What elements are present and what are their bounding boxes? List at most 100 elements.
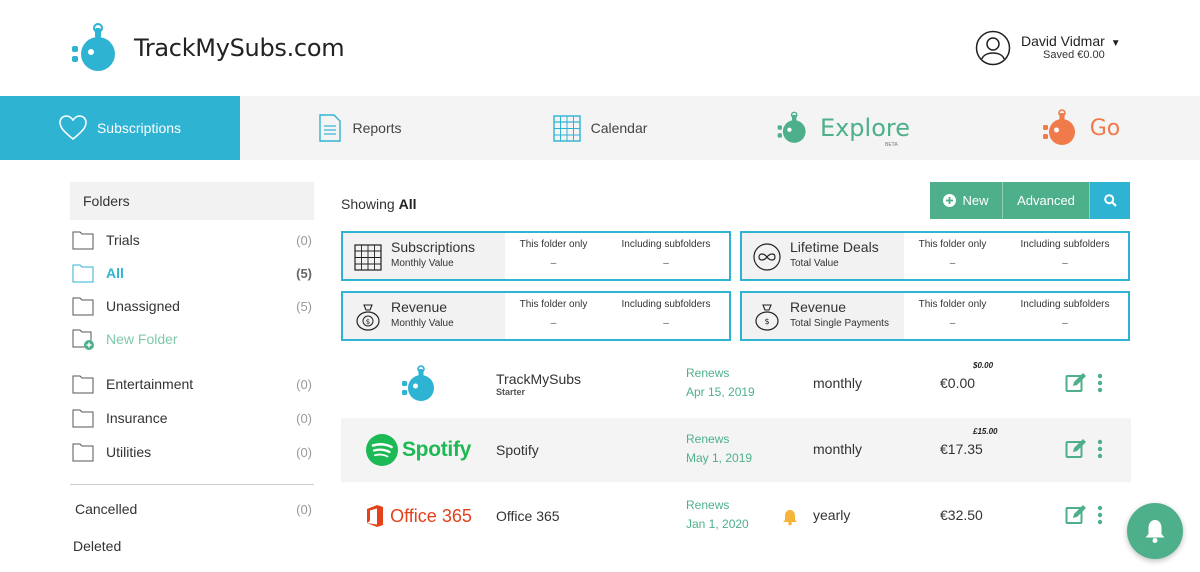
showing-value: All xyxy=(398,196,417,212)
tab-subscriptions[interactable]: Subscriptions xyxy=(0,96,240,160)
folder-insurance[interactable]: Insurance (0) xyxy=(70,406,314,430)
edit-icon[interactable] xyxy=(1065,372,1087,394)
tab-calendar[interactable]: Calendar xyxy=(540,96,660,160)
renew-date: Jan 1, 2020 xyxy=(686,517,749,531)
stat-col-label: Including subfolders xyxy=(1020,299,1110,310)
more-vertical-icon[interactable] xyxy=(1096,373,1104,393)
search-icon xyxy=(1103,194,1117,207)
renew-date: May 1, 2019 xyxy=(686,451,753,465)
stat-col-value: – xyxy=(663,318,669,329)
advanced-button[interactable]: Advanced xyxy=(1003,182,1090,219)
beta-badge: BETA xyxy=(885,142,898,148)
folder-trials[interactable]: Trials (0) xyxy=(70,228,314,252)
stat-subtitle: Total Value xyxy=(790,258,839,269)
office365-logo: Office 365 xyxy=(341,484,496,548)
stat-subscriptions-monthly: Subscriptions Monthly Value This folder … xyxy=(341,231,731,281)
office365-logo-text: Office 365 xyxy=(390,505,472,526)
new-button[interactable]: New xyxy=(930,182,1003,219)
folder-icon xyxy=(72,409,94,428)
edit-icon[interactable] xyxy=(1065,438,1087,460)
folder-count: (5) xyxy=(296,265,312,281)
plus-circle-icon xyxy=(943,194,957,207)
user-saved-amount: Saved €0.00 xyxy=(1043,49,1105,61)
folder-count: (0) xyxy=(296,444,312,460)
bell-icon xyxy=(1145,520,1165,543)
original-price: $0.00 xyxy=(973,361,994,370)
new-button-label: New xyxy=(962,193,989,208)
subscription-name[interactable]: TrackMySubs xyxy=(496,371,581,387)
stat-subtitle: Monthly Value xyxy=(391,318,454,329)
main-nav: Subscriptions Reports Calendar Explore B… xyxy=(0,96,1200,160)
subscription-row-spotify[interactable]: Spotify Spotify Renews May 1, 2019 month… xyxy=(341,418,1131,482)
stat-col-label: Including subfolders xyxy=(621,299,711,310)
spotify-icon xyxy=(365,434,398,466)
folder-name: Utilities xyxy=(106,444,152,460)
stat-col-value: – xyxy=(663,258,669,269)
stat-title: Subscriptions xyxy=(391,239,476,255)
tab-reports[interactable]: Reports xyxy=(300,96,420,160)
tab-subscriptions-label: Subscriptions xyxy=(96,120,182,136)
renew-label: Renews xyxy=(686,432,730,446)
folder-icon xyxy=(72,297,94,316)
folder-name: Cancelled xyxy=(75,501,138,517)
folder-utilities[interactable]: Utilities (0) xyxy=(70,440,314,464)
folder-cancelled[interactable]: Cancelled (0) xyxy=(70,497,314,521)
folder-icon xyxy=(72,264,94,283)
subscription-row-office365[interactable]: Office 365 Office 365 Renews Jan 1, 2020… xyxy=(341,484,1131,548)
heart-icon xyxy=(59,115,87,141)
stat-col-subfolders: Including subfolders – xyxy=(1010,239,1120,269)
go-submarine-icon xyxy=(1042,109,1075,145)
stat-col-label: Including subfolders xyxy=(1020,239,1110,250)
folder-count: (0) xyxy=(296,410,312,426)
spotify-logo-text: Spotify xyxy=(401,438,472,461)
showing-prefix: Showing xyxy=(341,196,399,212)
user-name: David Vidmar xyxy=(1021,33,1105,49)
tab-explore-label: Explore xyxy=(819,114,910,142)
subscription-row-trackmysubs[interactable]: TrackMySubs Starter Renews Apr 15, 2019 … xyxy=(341,352,1131,416)
sidebar-divider xyxy=(70,484,314,485)
stat-col-this-folder: This folder only – xyxy=(511,299,596,329)
money-bag-icon: $ xyxy=(755,304,779,331)
folder-count: (0) xyxy=(296,376,312,392)
subscription-plan: Starter xyxy=(496,387,526,397)
new-folder-button[interactable]: New Folder xyxy=(70,327,314,351)
svg-text:$: $ xyxy=(366,318,370,326)
notifications-button[interactable] xyxy=(1127,503,1183,559)
stat-title: Revenue xyxy=(391,299,448,315)
document-icon xyxy=(319,114,342,142)
tab-explore[interactable]: Explore BETA xyxy=(775,96,910,160)
more-vertical-icon[interactable] xyxy=(1096,505,1104,525)
subscription-name[interactable]: Office 365 xyxy=(496,508,560,524)
explore-submarine-icon xyxy=(777,111,806,143)
folder-name: Entertainment xyxy=(106,376,194,392)
toolbar: New Advanced xyxy=(930,182,1130,219)
subscription-name[interactable]: Spotify xyxy=(496,442,539,458)
stat-title: Revenue xyxy=(790,299,847,315)
folder-deleted[interactable]: Deleted xyxy=(73,538,121,554)
stat-col-value: – xyxy=(949,258,956,269)
brand-logo[interactable]: TrackMySubs.com xyxy=(70,22,345,74)
stat-col-subfolders: Including subfolders – xyxy=(1010,299,1120,329)
tab-go[interactable]: Go xyxy=(1035,96,1125,160)
folder-unassigned[interactable]: Unassigned (5) xyxy=(70,294,314,318)
submarine-logo-icon xyxy=(72,23,115,71)
more-vertical-icon[interactable] xyxy=(1096,439,1104,459)
folders-sidebar: Folders Trials (0) All (5) Unassigned (5… xyxy=(70,182,314,554)
bell-alert-icon[interactable] xyxy=(781,508,799,526)
caret-down-icon[interactable]: ▼ xyxy=(1111,38,1121,49)
edit-icon[interactable] xyxy=(1065,504,1087,526)
user-menu[interactable]: David Vidmar Saved €0.00 ▼ xyxy=(975,30,1121,66)
folder-name: New Folder xyxy=(106,331,178,347)
folder-all[interactable]: All (5) xyxy=(70,261,314,285)
stat-lifetime-deals: Lifetime Deals Total Value This folder o… xyxy=(740,231,1130,281)
money-bag-icon: $ xyxy=(356,304,380,331)
stat-subtitle: Monthly Value xyxy=(391,258,454,269)
folder-name: Trials xyxy=(106,232,140,248)
search-button[interactable] xyxy=(1090,182,1130,219)
folder-entertainment[interactable]: Entertainment (0) xyxy=(70,372,314,396)
billing-cycle: yearly xyxy=(813,507,851,523)
calendar-grid-icon xyxy=(354,244,382,271)
stat-col-this-folder: This folder only – xyxy=(511,239,596,269)
spotify-logo: Spotify xyxy=(341,418,496,482)
stat-col-label: This folder only xyxy=(918,299,987,310)
